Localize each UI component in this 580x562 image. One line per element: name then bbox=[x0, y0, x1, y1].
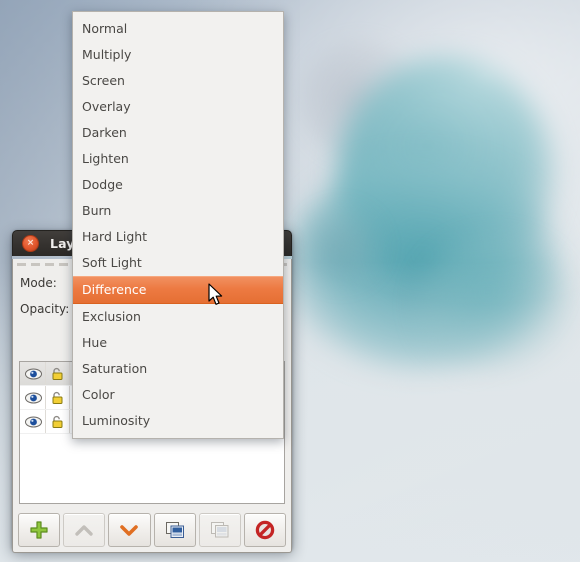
duplicate-icon bbox=[165, 522, 184, 538]
eye-icon[interactable] bbox=[22, 386, 46, 409]
anchor-layer-button[interactable] bbox=[198, 513, 241, 547]
link-chain-icon[interactable] bbox=[46, 386, 70, 409]
chevron-up-icon bbox=[75, 525, 93, 536]
new-layer-button[interactable] bbox=[18, 513, 61, 547]
menu-item-burn[interactable]: Burn bbox=[73, 198, 283, 224]
link-chain-icon[interactable] bbox=[46, 410, 70, 433]
eye-icon[interactable] bbox=[22, 410, 46, 433]
menu-item-exclusion[interactable]: Exclusion bbox=[73, 304, 283, 330]
close-glyph: × bbox=[26, 238, 35, 248]
menu-item-normal[interactable]: Normal bbox=[73, 16, 283, 42]
menu-item-luminosity[interactable]: Luminosity bbox=[73, 408, 283, 434]
menu-item-color[interactable]: Color bbox=[73, 382, 283, 408]
delete-layer-button[interactable] bbox=[243, 513, 287, 547]
eye-icon[interactable] bbox=[22, 362, 46, 385]
menu-item-multiply[interactable]: Multiply bbox=[73, 42, 283, 68]
chevron-down-icon bbox=[120, 525, 139, 536]
close-icon[interactable]: × bbox=[22, 235, 39, 252]
duplicate-layer-button[interactable] bbox=[153, 513, 196, 547]
lower-layer-button[interactable] bbox=[108, 513, 151, 547]
menu-item-screen[interactable]: Screen bbox=[73, 68, 283, 94]
menu-item-hard-light[interactable]: Hard Light bbox=[73, 224, 283, 250]
anchor-layer-icon bbox=[210, 522, 229, 538]
menu-item-soft-light[interactable]: Soft Light bbox=[73, 250, 283, 276]
menu-item-overlay[interactable]: Overlay bbox=[73, 94, 283, 120]
link-chain-icon[interactable] bbox=[46, 362, 70, 385]
menu-item-lighten[interactable]: Lighten bbox=[73, 146, 283, 172]
menu-item-dodge[interactable]: Dodge bbox=[73, 172, 283, 198]
layers-toolbar bbox=[18, 512, 287, 548]
opacity-label: Opacity: bbox=[20, 302, 70, 316]
raise-layer-button[interactable] bbox=[63, 513, 106, 547]
menu-item-darken[interactable]: Darken bbox=[73, 120, 283, 146]
menu-item-difference[interactable]: Difference bbox=[73, 276, 283, 304]
plus-icon bbox=[30, 521, 48, 539]
layer-mode-dropdown-menu[interactable]: Normal Multiply Screen Overlay Darken Li… bbox=[72, 11, 284, 439]
menu-item-saturation[interactable]: Saturation bbox=[73, 356, 283, 382]
menu-item-hue[interactable]: Hue bbox=[73, 330, 283, 356]
mode-label: Mode: bbox=[20, 276, 57, 290]
delete-forbidden-icon bbox=[255, 520, 275, 540]
